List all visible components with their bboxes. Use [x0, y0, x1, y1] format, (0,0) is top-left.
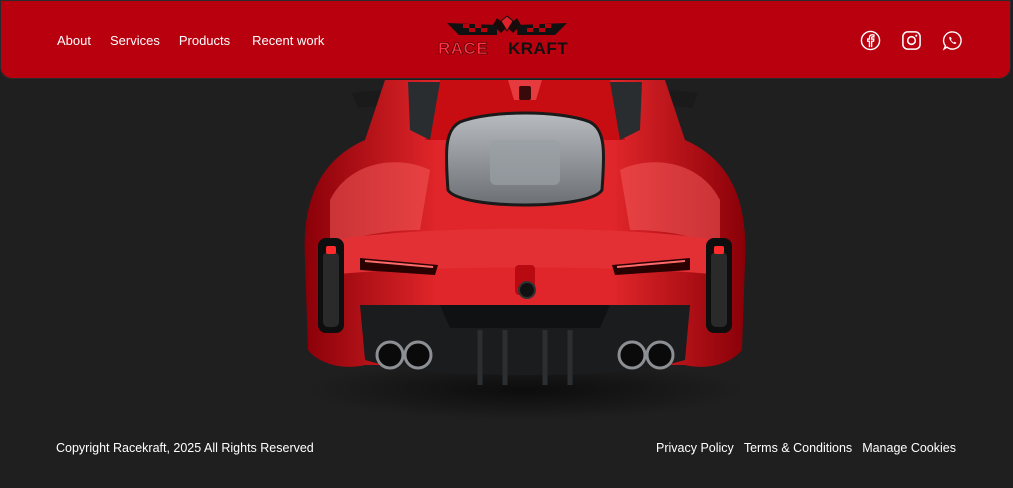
manage-cookies-link[interactable]: Manage Cookies — [862, 441, 956, 455]
site-header: About Services Products Recent work RACE… — [0, 0, 1011, 79]
logo-text-race: RACE — [438, 39, 488, 58]
nav-recent-work[interactable]: Recent work — [252, 33, 324, 48]
nav-about[interactable]: About — [57, 33, 91, 48]
nav-products[interactable]: Products — [179, 33, 230, 48]
nav-services[interactable]: Services — [110, 33, 160, 48]
facebook-icon[interactable] — [860, 30, 881, 51]
terms-conditions-link[interactable]: Terms & Conditions — [744, 441, 852, 455]
hero-car-image — [304, 80, 746, 420]
logo-text-kraft: KRAFT — [508, 39, 568, 58]
logo-emblem — [447, 15, 567, 35]
copyright-text: Copyright Racekraft, 2025 All Rights Res… — [56, 441, 314, 455]
privacy-policy-link[interactable]: Privacy Policy — [656, 441, 734, 455]
footer-links: Privacy Policy Terms & Conditions Manage… — [656, 441, 956, 455]
whatsapp-icon[interactable] — [942, 30, 963, 51]
social-links — [860, 30, 963, 51]
instagram-icon[interactable] — [901, 30, 922, 51]
main-nav: About Services Products Recent work — [57, 33, 343, 48]
racekraft-logo[interactable]: RACE KRAFT — [435, 13, 579, 59]
